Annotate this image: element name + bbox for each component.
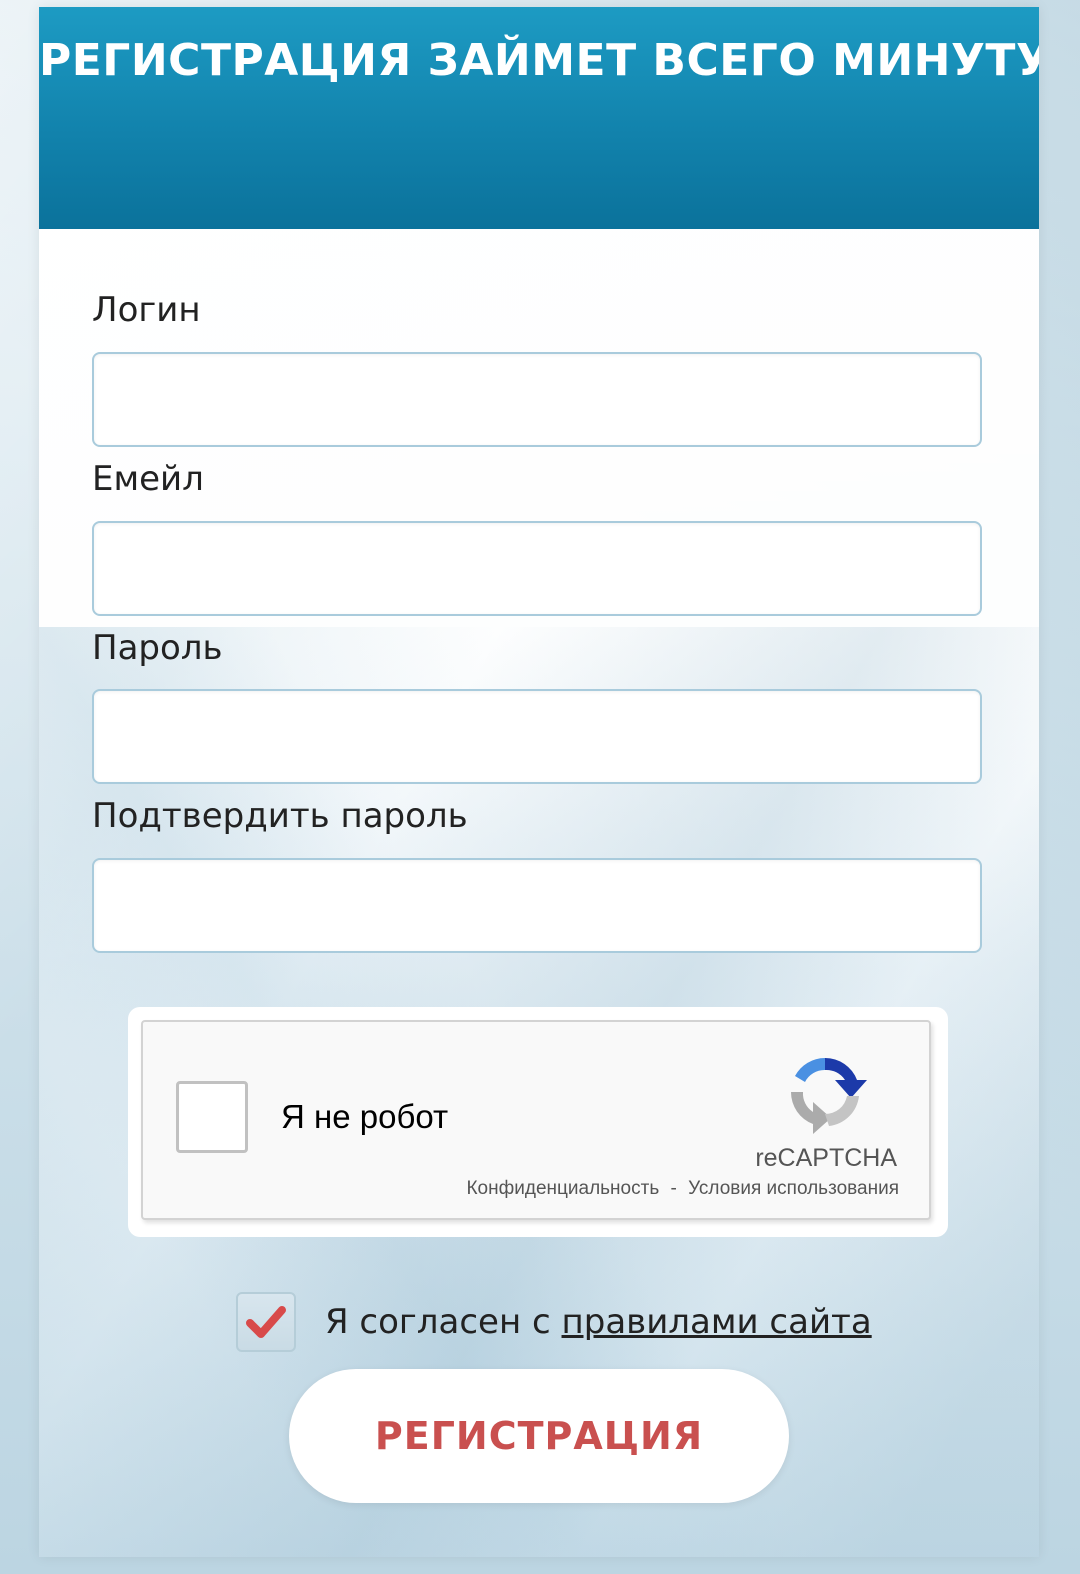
registration-card: РЕГИСТРАЦИЯ ЗАЙМЕТ ВСЕГО МИНУТУ! Логин Е… — [39, 7, 1039, 1557]
recaptcha-checkbox[interactable] — [176, 1081, 248, 1153]
recaptcha-label: Я не робот — [281, 1098, 449, 1135]
recaptcha-separator: - — [670, 1178, 677, 1199]
header-banner: РЕГИСТРАЦИЯ ЗАЙМЕТ ВСЕГО МИНУТУ! — [39, 7, 1039, 229]
recaptcha-links: Конфиденциальность - Условия использован… — [466, 1178, 899, 1200]
recaptcha-privacy-link[interactable]: Конфиденциальность — [466, 1178, 659, 1199]
recaptcha-brand: reCAPTCHA — [755, 1144, 897, 1172]
confirm-password-input[interactable] — [92, 858, 982, 953]
password-label: Пароль — [92, 628, 223, 668]
recaptcha-container: Я не робот reCAPTCHA Конфиденциальность … — [128, 1007, 948, 1237]
password-input[interactable] — [92, 689, 982, 784]
email-label: Емейл — [92, 459, 204, 499]
confirm-password-label: Подтвердить пароль — [92, 796, 468, 836]
login-input[interactable] — [92, 352, 982, 447]
recaptcha-widget: Я не робот reCAPTCHA Конфиденциальность … — [141, 1020, 931, 1220]
page-title: РЕГИСТРАЦИЯ ЗАЙМЕТ ВСЕГО МИНУТУ! — [39, 35, 1039, 86]
agreement-text: Я согласен с правилами сайта — [325, 1302, 872, 1342]
checkmark-icon — [246, 1306, 286, 1338]
login-label: Логин — [92, 290, 201, 330]
site-rules-link[interactable]: правилами сайта — [562, 1302, 872, 1342]
register-button[interactable]: РЕГИСТРАЦИЯ — [289, 1369, 789, 1503]
recaptcha-logo-icon — [790, 1057, 867, 1134]
agreement-checkbox[interactable] — [236, 1292, 296, 1352]
email-input[interactable] — [92, 521, 982, 616]
agreement-text-prefix: Я согласен с — [325, 1302, 551, 1342]
recaptcha-terms-link[interactable]: Условия использования — [688, 1178, 899, 1199]
